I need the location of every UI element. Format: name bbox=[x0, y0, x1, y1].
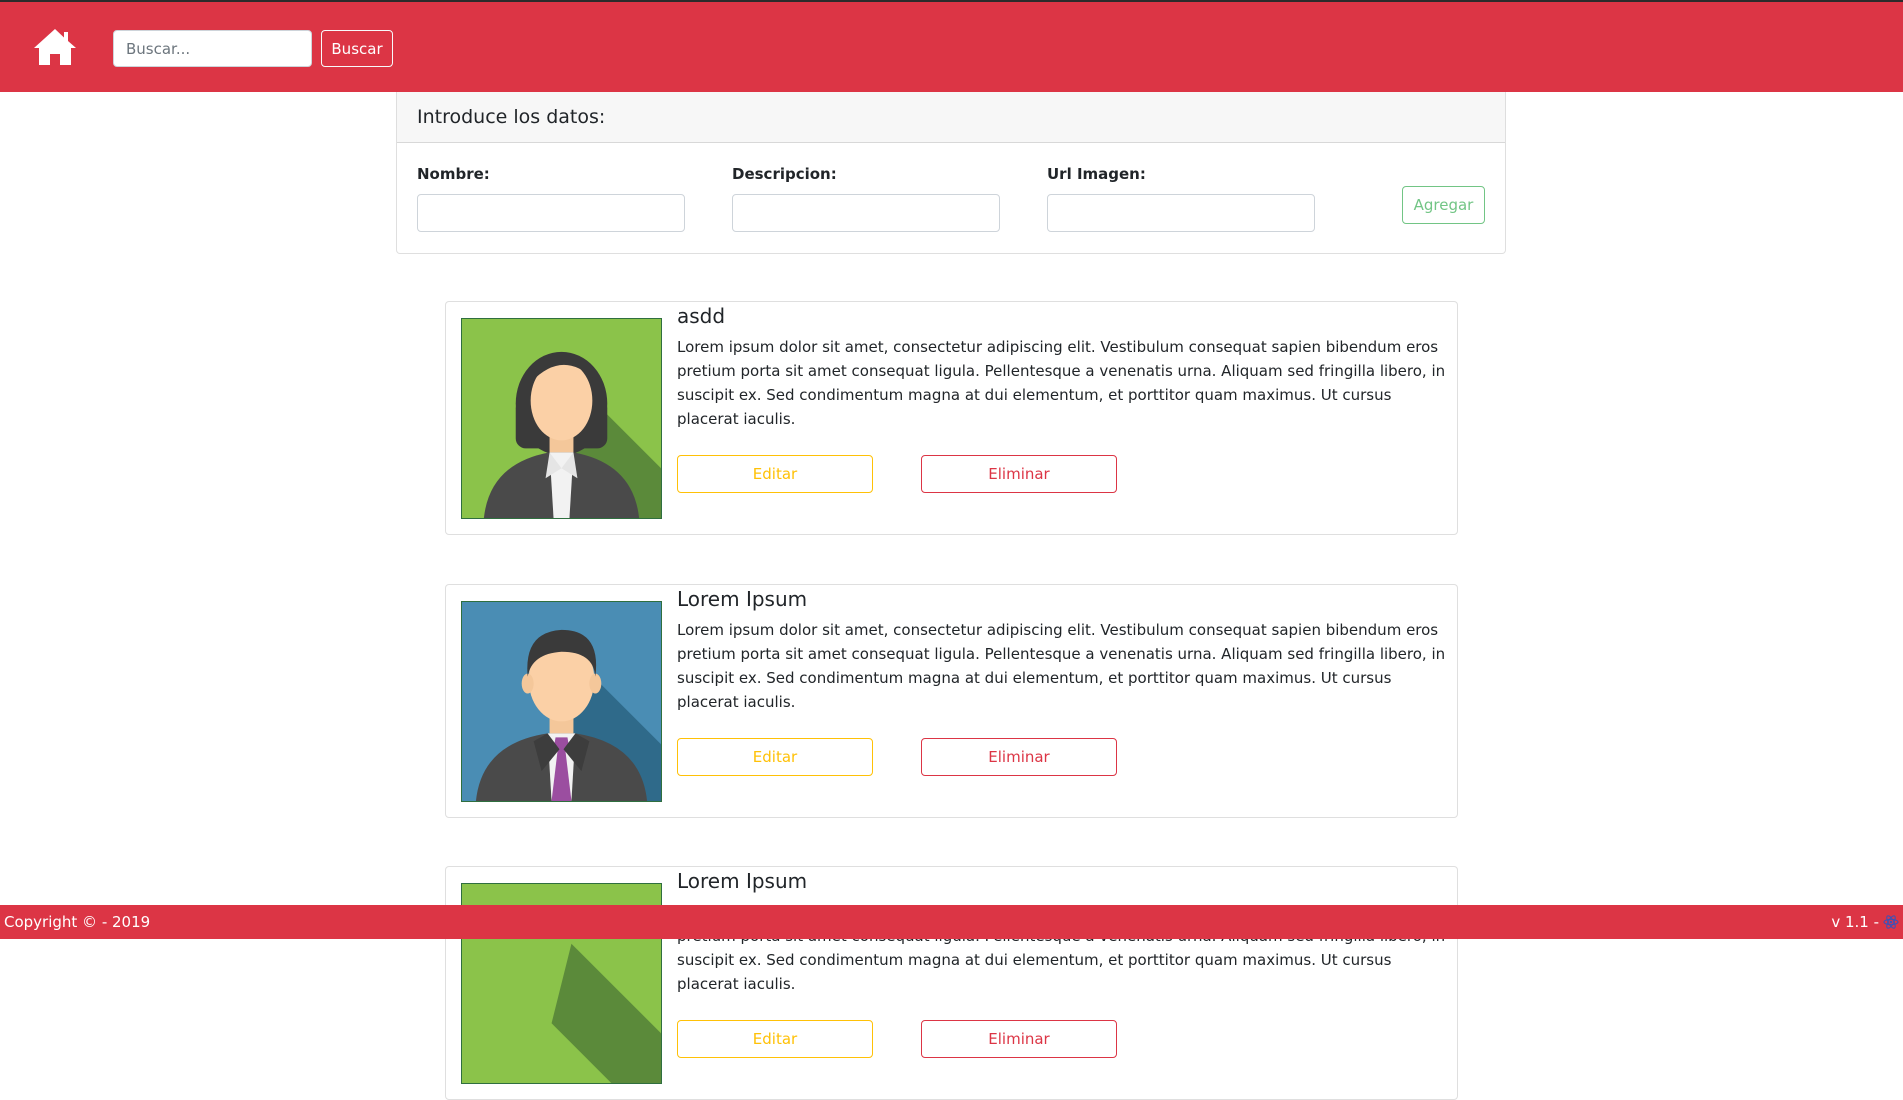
react-icon bbox=[1883, 915, 1899, 929]
item-name: Lorem Ipsum bbox=[677, 587, 808, 611]
description-label: Descripcion: bbox=[732, 165, 837, 183]
image-url-field[interactable] bbox=[1047, 194, 1315, 232]
female-avatar bbox=[461, 318, 662, 519]
home-icon[interactable] bbox=[32, 27, 78, 67]
search-input[interactable] bbox=[113, 30, 312, 67]
edit-button[interactable]: Editar bbox=[677, 738, 873, 776]
image-url-label: Url Imagen: bbox=[1047, 165, 1146, 183]
footer: Copyright © - 2019 v 1.1 - bbox=[0, 905, 1903, 939]
description-field[interactable] bbox=[732, 194, 1000, 232]
edit-button[interactable]: Editar bbox=[677, 455, 873, 493]
delete-button[interactable]: Eliminar bbox=[921, 738, 1117, 776]
add-button[interactable]: Agregar bbox=[1402, 186, 1485, 224]
copyright-text: Copyright © - 2019 bbox=[4, 913, 151, 931]
item-description: Lorem ipsum dolor sit amet, consectetur … bbox=[677, 338, 1446, 428]
item-card: Lorem Ipsum Lorem ipsum dolor sit amet, … bbox=[445, 866, 1458, 1100]
item-description: Lorem ipsum dolor sit amet, consectetur … bbox=[677, 621, 1446, 711]
version-text: v 1.1 - bbox=[1831, 913, 1879, 931]
item-name: asdd bbox=[677, 304, 726, 328]
item-card: Lorem Ipsum Lorem ipsum dolor sit amet, … bbox=[445, 584, 1458, 818]
add-item-form: Introduce los datos: Nombre: Descripcion… bbox=[396, 92, 1506, 254]
edit-button[interactable]: Editar bbox=[677, 1020, 873, 1058]
form-title: Introduce los datos: bbox=[397, 92, 1505, 143]
delete-button[interactable]: Eliminar bbox=[921, 1020, 1117, 1058]
item-name: Lorem Ipsum bbox=[677, 869, 808, 893]
male-avatar bbox=[461, 601, 662, 802]
name-label: Nombre: bbox=[417, 165, 490, 183]
search-button[interactable]: Buscar bbox=[321, 30, 393, 67]
delete-button[interactable]: Eliminar bbox=[921, 455, 1117, 493]
name-field[interactable] bbox=[417, 194, 685, 232]
top-navbar: Buscar bbox=[0, 0, 1903, 92]
item-card: asdd Lorem ipsum dolor sit amet, consect… bbox=[445, 301, 1458, 535]
